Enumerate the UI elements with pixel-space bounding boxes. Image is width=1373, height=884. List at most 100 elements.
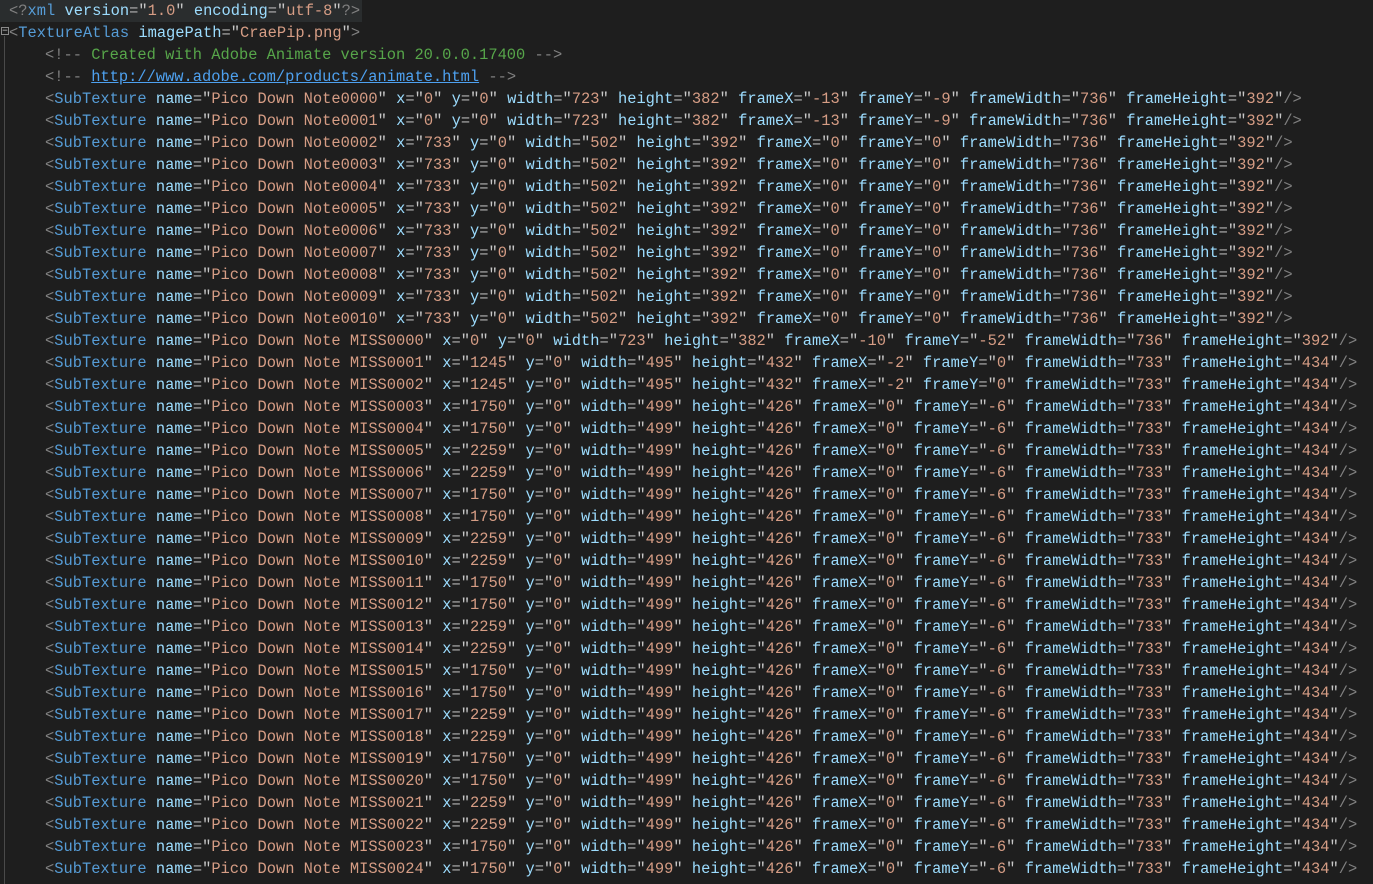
attribute-name: y bbox=[525, 816, 535, 834]
subtexture-line[interactable]: <SubTexture name="Pico Down Note0008" x=… bbox=[0, 264, 1373, 286]
subtexture-line[interactable]: <SubTexture name="Pico Down Note0009" x=… bbox=[0, 286, 1373, 308]
attribute-value: 499 bbox=[645, 486, 674, 504]
subtexture-line[interactable]: <SubTexture name="Pico Down Note MISS001… bbox=[0, 550, 1373, 572]
subtexture-element: <SubTexture name="Pico Down Note MISS000… bbox=[45, 398, 1358, 416]
attribute-name: frameHeight bbox=[1181, 398, 1284, 416]
subtexture-line[interactable]: <SubTexture name="Pico Down Note MISS001… bbox=[0, 726, 1373, 748]
subtexture-line[interactable]: <SubTexture name="Pico Down Note MISS000… bbox=[0, 418, 1373, 440]
attribute-value: Pico Down Note0001 bbox=[211, 112, 378, 130]
subtexture-line[interactable]: <SubTexture name="Pico Down Note MISS000… bbox=[0, 330, 1373, 352]
line-root-element[interactable]: − <TextureAtlas imagePath="CraePip.png"> bbox=[0, 22, 1373, 44]
attribute-name: height bbox=[636, 266, 692, 284]
subtexture-line[interactable]: <SubTexture name="Pico Down Note MISS002… bbox=[0, 836, 1373, 858]
subtexture-line[interactable]: <SubTexture name="Pico Down Note MISS002… bbox=[0, 858, 1373, 880]
attribute-name: frameWidth bbox=[1024, 706, 1117, 724]
subtexture-line[interactable]: <SubTexture name="Pico Down Note MISS000… bbox=[0, 352, 1373, 374]
attribute-name: frameY bbox=[858, 244, 914, 262]
attribute-name: frameWidth bbox=[1024, 398, 1117, 416]
element-name: SubTexture bbox=[54, 134, 147, 152]
subtexture-element: <SubTexture name="Pico Down Note MISS002… bbox=[45, 838, 1358, 856]
subtexture-line[interactable]: <SubTexture name="Pico Down Note MISS000… bbox=[0, 528, 1373, 550]
subtexture-line[interactable]: <SubTexture name="Pico Down Note MISS001… bbox=[0, 704, 1373, 726]
attribute-name: y bbox=[470, 288, 480, 306]
attribute-value: Pico Down Note0008 bbox=[211, 266, 378, 284]
subtexture-line[interactable]: <SubTexture name="Pico Down Note0007" x=… bbox=[0, 242, 1373, 264]
attribute-value: 502 bbox=[590, 244, 618, 262]
attribute-value: 502 bbox=[590, 156, 618, 174]
attribute-name: frameX bbox=[812, 706, 868, 724]
subtexture-line[interactable]: <SubTexture name="Pico Down Note MISS001… bbox=[0, 572, 1373, 594]
subtexture-line[interactable]: <SubTexture name="Pico Down Note MISS001… bbox=[0, 638, 1373, 660]
hyperlink[interactable]: http://www.adobe.com/products/animate.ht… bbox=[91, 68, 479, 86]
attribute-name: frameY bbox=[922, 354, 979, 372]
attribute-value: 392 bbox=[710, 134, 739, 152]
subtexture-element: <SubTexture name="Pico Down Note MISS000… bbox=[45, 376, 1358, 394]
attribute-value: -6 bbox=[987, 442, 1007, 460]
subtexture-line[interactable]: <SubTexture name="Pico Down Note MISS000… bbox=[0, 440, 1373, 462]
attribute-name: name bbox=[155, 662, 193, 680]
attribute-value: 434 bbox=[1301, 750, 1330, 768]
attribute-value: 0 bbox=[470, 332, 480, 350]
subtexture-line[interactable]: <SubTexture name="Pico Down Note MISS001… bbox=[0, 616, 1373, 638]
subtexture-line[interactable]: <SubTexture name="Pico Down Note0006" x=… bbox=[0, 220, 1373, 242]
attribute-name: frameX bbox=[756, 200, 812, 218]
subtexture-line[interactable]: <SubTexture name="Pico Down Note0010" x=… bbox=[0, 308, 1373, 330]
collapse-toggle-icon[interactable]: − bbox=[1, 27, 9, 36]
element-name: SubTexture bbox=[54, 508, 147, 526]
attribute-name: frameY bbox=[904, 332, 960, 350]
attribute-name: width bbox=[580, 640, 628, 658]
subtexture-line[interactable]: <SubTexture name="Pico Down Note0002" x=… bbox=[0, 132, 1373, 154]
attribute-value: Pico Down Note MISS0007 bbox=[211, 486, 424, 504]
subtexture-line[interactable]: <SubTexture name="Pico Down Note MISS000… bbox=[0, 396, 1373, 418]
subtexture-line[interactable]: <SubTexture name="Pico Down Note0004" x=… bbox=[0, 176, 1373, 198]
subtexture-line[interactable]: <SubTexture name="Pico Down Note0003" x=… bbox=[0, 154, 1373, 176]
attribute-value: 392 bbox=[710, 178, 739, 196]
subtexture-line[interactable]: <SubTexture name="Pico Down Note MISS001… bbox=[0, 682, 1373, 704]
attribute-name: frameWidth bbox=[969, 112, 1062, 130]
attribute-value: 733 bbox=[1135, 662, 1164, 680]
line-comment-link[interactable]: <!-- http://www.adobe.com/products/anima… bbox=[0, 66, 1373, 88]
subtexture-line[interactable]: <SubTexture name="Pico Down Note0005" x=… bbox=[0, 198, 1373, 220]
subtexture-line[interactable]: <SubTexture name="Pico Down Note0001" x=… bbox=[0, 110, 1373, 132]
attribute-name: frameHeight bbox=[1181, 684, 1284, 702]
attribute-name: frameHeight bbox=[1181, 420, 1284, 438]
subtexture-line[interactable]: <SubTexture name="Pico Down Note MISS001… bbox=[0, 748, 1373, 770]
attribute-name: height bbox=[636, 288, 692, 306]
subtexture-line[interactable]: <SubTexture name="Pico Down Note MISS000… bbox=[0, 374, 1373, 396]
subtexture-line[interactable]: <SubTexture name="Pico Down Note MISS002… bbox=[0, 770, 1373, 792]
subtexture-line[interactable]: <SubTexture name="Pico Down Note0000" x=… bbox=[0, 88, 1373, 110]
attribute-name: frameWidth bbox=[1024, 486, 1117, 504]
attribute-name: height bbox=[691, 398, 748, 416]
attribute-value: 502 bbox=[590, 288, 618, 306]
line-xml-declaration[interactable]: <?xml version="1.0" encoding="utf-8"?> bbox=[0, 0, 362, 22]
attribute-name: frameWidth bbox=[1024, 772, 1117, 790]
subtexture-element: <SubTexture name="Pico Down Note0000" x=… bbox=[45, 90, 1302, 108]
attribute-name: x bbox=[442, 508, 452, 526]
attribute-value: 1750 bbox=[470, 574, 507, 592]
attribute-name: frameHeight bbox=[1181, 860, 1284, 878]
attribute-value: 434 bbox=[1301, 816, 1330, 834]
subtexture-line[interactable]: <SubTexture name="Pico Down Note MISS001… bbox=[0, 594, 1373, 616]
subtexture-element: <SubTexture name="Pico Down Note0004" x=… bbox=[45, 178, 1293, 196]
attribute-name: y bbox=[470, 222, 480, 240]
attribute-value: 733 bbox=[423, 310, 452, 328]
attribute-name: width bbox=[580, 794, 628, 812]
subtexture-line[interactable]: <SubTexture name="Pico Down Note MISS000… bbox=[0, 462, 1373, 484]
subtexture-line[interactable]: <SubTexture name="Pico Down Note MISS002… bbox=[0, 792, 1373, 814]
xml-code-editor[interactable]: <?xml version="1.0" encoding="utf-8"?> −… bbox=[0, 0, 1373, 884]
subtexture-line[interactable]: <SubTexture name="Pico Down Note MISS001… bbox=[0, 660, 1373, 682]
line-comment-created-with[interactable]: <!-- Created with Adobe Animate version … bbox=[0, 44, 1373, 66]
attribute-name: width bbox=[525, 156, 572, 174]
subtexture-line[interactable]: <SubTexture name="Pico Down Note MISS000… bbox=[0, 484, 1373, 506]
attribute-name: frameWidth bbox=[959, 222, 1053, 240]
subtexture-line[interactable]: <SubTexture name="Pico Down Note MISS000… bbox=[0, 506, 1373, 528]
attribute-name: frameHeight bbox=[1117, 178, 1219, 196]
attribute-name: width bbox=[580, 706, 628, 724]
element-name: SubTexture bbox=[54, 618, 147, 636]
subtexture-element: <SubTexture name="Pico Down Note MISS001… bbox=[45, 574, 1358, 592]
attribute-value: 0 bbox=[885, 552, 896, 570]
subtexture-line[interactable]: <SubTexture name="Pico Down Note MISS002… bbox=[0, 814, 1373, 836]
subtexture-element: <SubTexture name="Pico Down Note0006" x=… bbox=[45, 222, 1293, 240]
element-name: SubTexture bbox=[54, 420, 147, 438]
attribute-name: width bbox=[525, 288, 572, 306]
